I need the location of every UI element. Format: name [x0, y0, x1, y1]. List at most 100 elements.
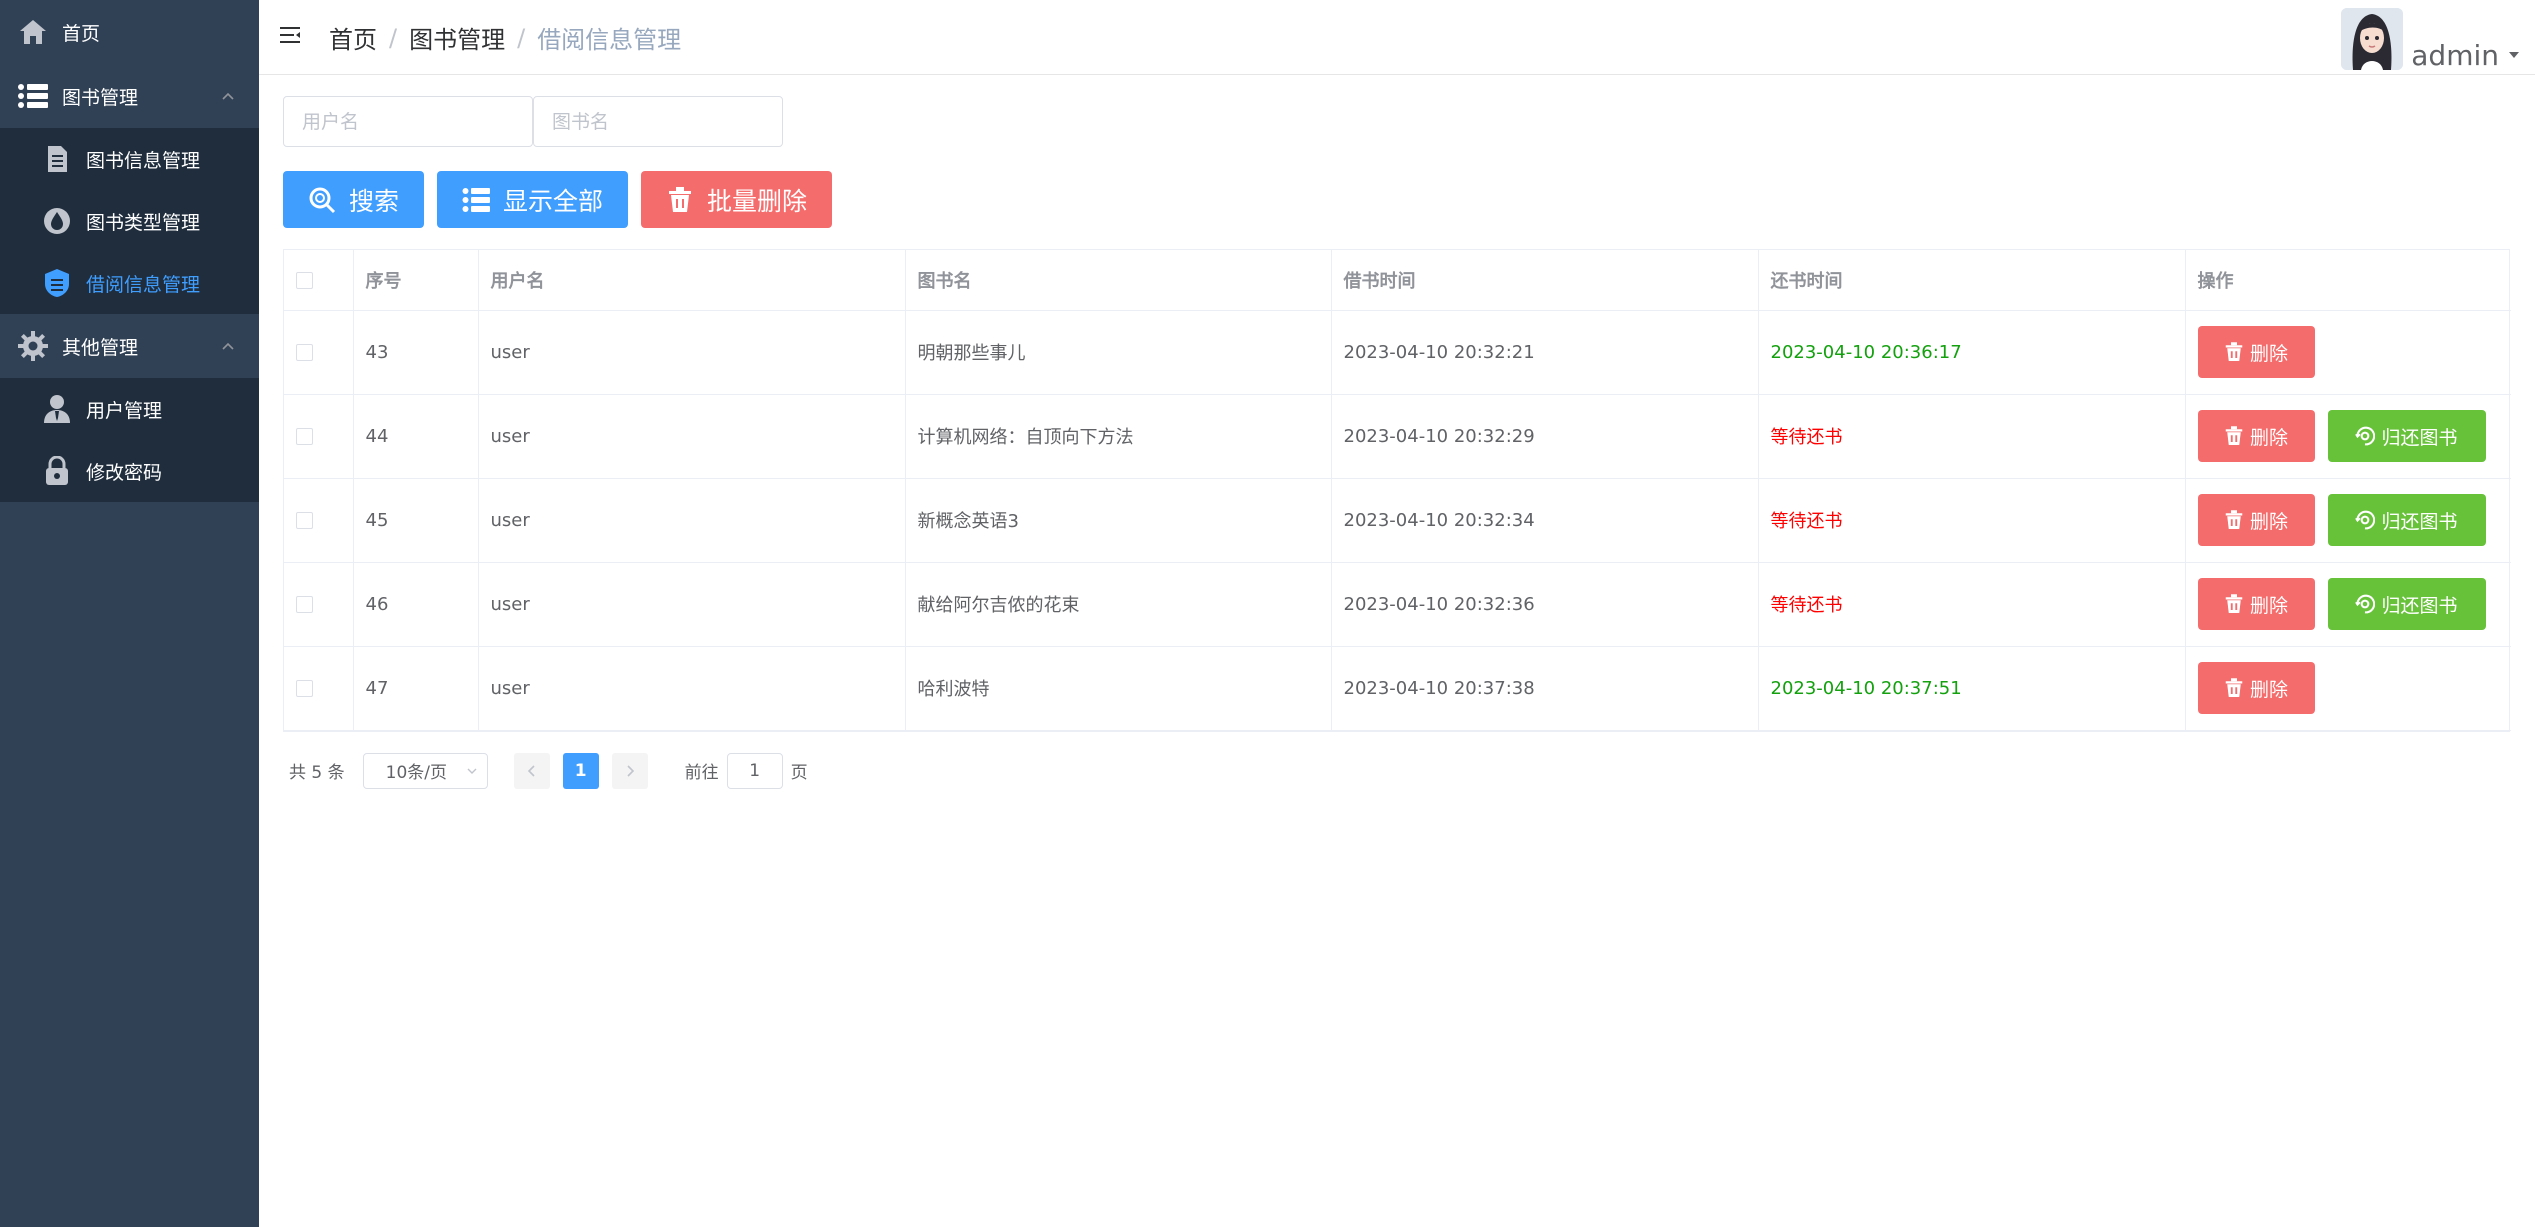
delete-button[interactable]: 删除: [2197, 326, 2315, 378]
page-size-select[interactable]: 10条/页: [362, 752, 488, 789]
return-book-button[interactable]: 归还图书: [2327, 494, 2486, 546]
sidebar-item-book-type[interactable]: 图书类型管理: [0, 190, 259, 252]
submenu-book-management: 图书信息管理 图书类型管理 借阅信息管理: [0, 128, 259, 314]
cell-bookname: 献给阿尔吉侬的花束: [905, 562, 1332, 647]
sidebar-item-borrow-info[interactable]: 借阅信息管理: [0, 252, 259, 314]
row-select-cell: [284, 646, 354, 731]
return-icon: [2355, 594, 2376, 614]
cell-actions: 删除: [2185, 310, 2511, 395]
search-icon: [308, 186, 336, 214]
username-label[interactable]: admin: [2411, 42, 2499, 70]
batch-delete-button-label: 批量删除: [707, 186, 808, 216]
row-checkbox[interactable]: [296, 428, 313, 445]
return-icon: [2355, 426, 2376, 446]
cell-bookname: 哈利波特: [905, 646, 1332, 731]
jump-suffix: 页: [790, 763, 808, 783]
delete-button[interactable]: 删除: [2197, 494, 2315, 546]
batch-delete-button[interactable]: 批量删除: [641, 171, 833, 228]
sidebar-group-other-management[interactable]: 其他管理: [0, 314, 259, 378]
delete-button[interactable]: 删除: [2197, 662, 2315, 714]
borrow-table: 序号 用户名 图书名 借书时间 还书时间 操作 43 user 明朝那些事儿 2023…: [283, 249, 2511, 732]
cell-id: 47: [353, 646, 479, 731]
chevron-left-icon: [527, 764, 535, 777]
cell-bookname: 新概念英语3: [905, 478, 1332, 563]
document-icon: [40, 142, 74, 176]
select-all-checkbox[interactable]: [296, 271, 313, 289]
sidebar-item-change-password[interactable]: 修改密码: [0, 440, 259, 502]
return-book-button[interactable]: 归还图书: [2327, 578, 2486, 630]
trash-icon: [2224, 678, 2244, 698]
show-all-button[interactable]: 显示全部: [437, 171, 629, 228]
return-button-label: 归还图书: [2381, 594, 2458, 617]
hamburger-menu-icon[interactable]: [279, 24, 301, 46]
cell-actions: 删除 归还图书: [2185, 562, 2511, 647]
lock-icon: [40, 454, 74, 488]
caret-down-icon[interactable]: [2509, 52, 2519, 58]
user-dropdown[interactable]: admin: [2341, 4, 2519, 70]
cell-borrow-time: 2023-04-10 20:32:21: [1331, 310, 1759, 395]
prev-page-button[interactable]: [513, 752, 550, 789]
column-header-borrow-time: 借书时间: [1331, 250, 1759, 311]
main-content: 搜索 显示全部 批量删除: [283, 96, 2511, 789]
avatar[interactable]: [2341, 8, 2404, 70]
row-checkbox[interactable]: [296, 344, 313, 361]
cell-actions: 删除: [2185, 646, 2511, 731]
breadcrumb: 首页 / 图书管理 / 借阅信息管理: [329, 20, 681, 55]
column-header-return-time: 还书时间: [1758, 250, 2186, 311]
next-page-button[interactable]: [611, 752, 648, 789]
sidebar-item-label: 图书信息管理: [86, 149, 201, 172]
top-navbar: 首页 / 图书管理 / 借阅信息管理 admin: [259, 0, 2535, 75]
cell-return-time: 等待还书: [1758, 478, 2186, 563]
cell-actions: 删除 归还图书: [2185, 478, 2511, 563]
select-all-cell: [284, 250, 354, 311]
row-checkbox[interactable]: [296, 596, 313, 613]
search-button[interactable]: 搜索: [283, 171, 425, 228]
username-search-input[interactable]: [283, 96, 533, 147]
column-header-actions: 操作: [2185, 250, 2511, 311]
drop-icon: [40, 204, 74, 238]
page-size-value: 10条/页: [385, 763, 447, 783]
cell-return-time: 等待还书: [1758, 562, 2186, 647]
chevron-right-icon: [627, 764, 634, 777]
trash-icon: [2224, 510, 2244, 530]
sidebar-item-home[interactable]: 首页: [0, 0, 259, 64]
cell-username: user: [478, 562, 906, 647]
jump-prefix: 前往: [684, 763, 719, 783]
jump-page-input[interactable]: [726, 752, 783, 789]
delete-button-label: 删除: [2249, 426, 2288, 449]
gear-icon: [16, 329, 50, 363]
user-icon: [40, 392, 74, 426]
sidebar-item-user-management[interactable]: 用户管理: [0, 378, 259, 440]
trash-icon: [2224, 594, 2244, 614]
cell-id: 43: [353, 310, 479, 395]
table-row: 47 user 哈利波特 2023-04-10 20:37:38 2023-04-10 …: [284, 646, 2511, 731]
breadcrumb-item-home[interactable]: 首页: [329, 20, 377, 55]
breadcrumb-item-book-management[interactable]: 图书管理: [409, 20, 505, 55]
delete-button-label: 删除: [2249, 594, 2288, 617]
return-icon: [2355, 510, 2376, 530]
sidebar-group-book-management[interactable]: 图书管理: [0, 64, 259, 128]
sidebar-group-label: 其他管理: [62, 336, 139, 359]
table-row: 46 user 献给阿尔吉侬的花束 2023-04-10 20:32:36 等待还书 删除…: [284, 562, 2511, 647]
row-select-cell: [284, 478, 354, 563]
sidebar-item-book-info[interactable]: 图书信息管理: [0, 128, 259, 190]
bookname-search-input[interactable]: [533, 96, 783, 147]
cell-return-time: 等待还书: [1758, 394, 2186, 479]
sidebar-item-label: 借阅信息管理: [86, 273, 201, 296]
row-checkbox[interactable]: [296, 512, 313, 529]
search-button-label: 搜索: [349, 186, 400, 216]
column-header-bookname: 图书名: [905, 250, 1332, 311]
sidebar-item-label: 用户管理: [86, 399, 163, 422]
return-book-button[interactable]: 归还图书: [2327, 410, 2486, 462]
row-checkbox[interactable]: [296, 680, 313, 697]
delete-button[interactable]: 删除: [2197, 410, 2315, 462]
show-all-button-label: 显示全部: [503, 186, 604, 216]
cell-username: user: [478, 394, 906, 479]
return-button-label: 归还图书: [2381, 510, 2458, 533]
delete-button[interactable]: 删除: [2197, 578, 2315, 630]
table-row: 44 user 计算机网络：自顶向下方法 2023-04-10 20:32:29 等待还…: [284, 394, 2511, 479]
breadcrumb-separator: /: [517, 23, 526, 52]
sidebar-group-label: 图书管理: [62, 86, 139, 109]
submenu-other-management: 用户管理 修改密码: [0, 378, 259, 502]
page-number-button[interactable]: 1: [562, 752, 599, 789]
